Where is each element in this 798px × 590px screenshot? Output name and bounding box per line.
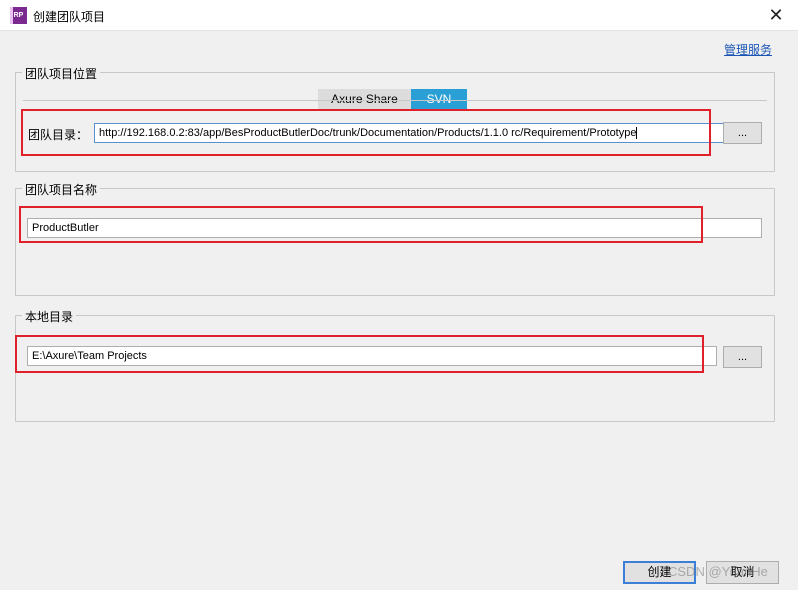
- team-name-input[interactable]: ProductButler: [27, 218, 762, 238]
- axure-rp-icon: RP: [10, 7, 27, 24]
- app-icon-text: RP: [13, 12, 24, 19]
- close-icon[interactable]: ✕: [766, 5, 786, 25]
- tab-divider: [23, 100, 767, 101]
- team-name-value: ProductButler: [32, 222, 99, 234]
- team-name-legend: 团队项目名称: [22, 181, 101, 198]
- window-title: 创建团队项目: [33, 10, 106, 24]
- text-cursor: [636, 127, 638, 140]
- team-location-legend: 团队项目位置: [22, 65, 101, 82]
- watermark: CSDN @YuanHe: [668, 564, 768, 579]
- team-dir-input[interactable]: http://192.168.0.2:83/app/BesProductButl…: [94, 123, 733, 143]
- team-dir-label: 团队目录：: [28, 128, 89, 142]
- team-dir-browse-button[interactable]: ...: [723, 122, 762, 144]
- local-dir-value: E:\Axure\Team Projects: [32, 350, 147, 362]
- team-dir-value: http://192.168.0.2:83/app/BesProductButl…: [99, 127, 637, 139]
- team-name-group: 团队项目名称 ProductButler: [15, 181, 775, 296]
- local-dir-group: 本地目录 E:\Axure\Team Projects ...: [15, 308, 775, 422]
- manage-service-link[interactable]: 管理服务: [724, 41, 772, 58]
- team-location-group: 团队项目位置 Axure Share SVN 团队目录： http://192.…: [15, 65, 775, 172]
- local-dir-legend: 本地目录: [22, 308, 77, 325]
- tab-svn[interactable]: SVN: [411, 89, 467, 109]
- local-dir-browse-button[interactable]: ...: [723, 346, 762, 368]
- tab-axure-share[interactable]: Axure Share: [318, 89, 411, 109]
- local-dir-input[interactable]: E:\Axure\Team Projects: [27, 346, 717, 366]
- title-bar: RP 创建团队项目 ✕: [0, 0, 798, 31]
